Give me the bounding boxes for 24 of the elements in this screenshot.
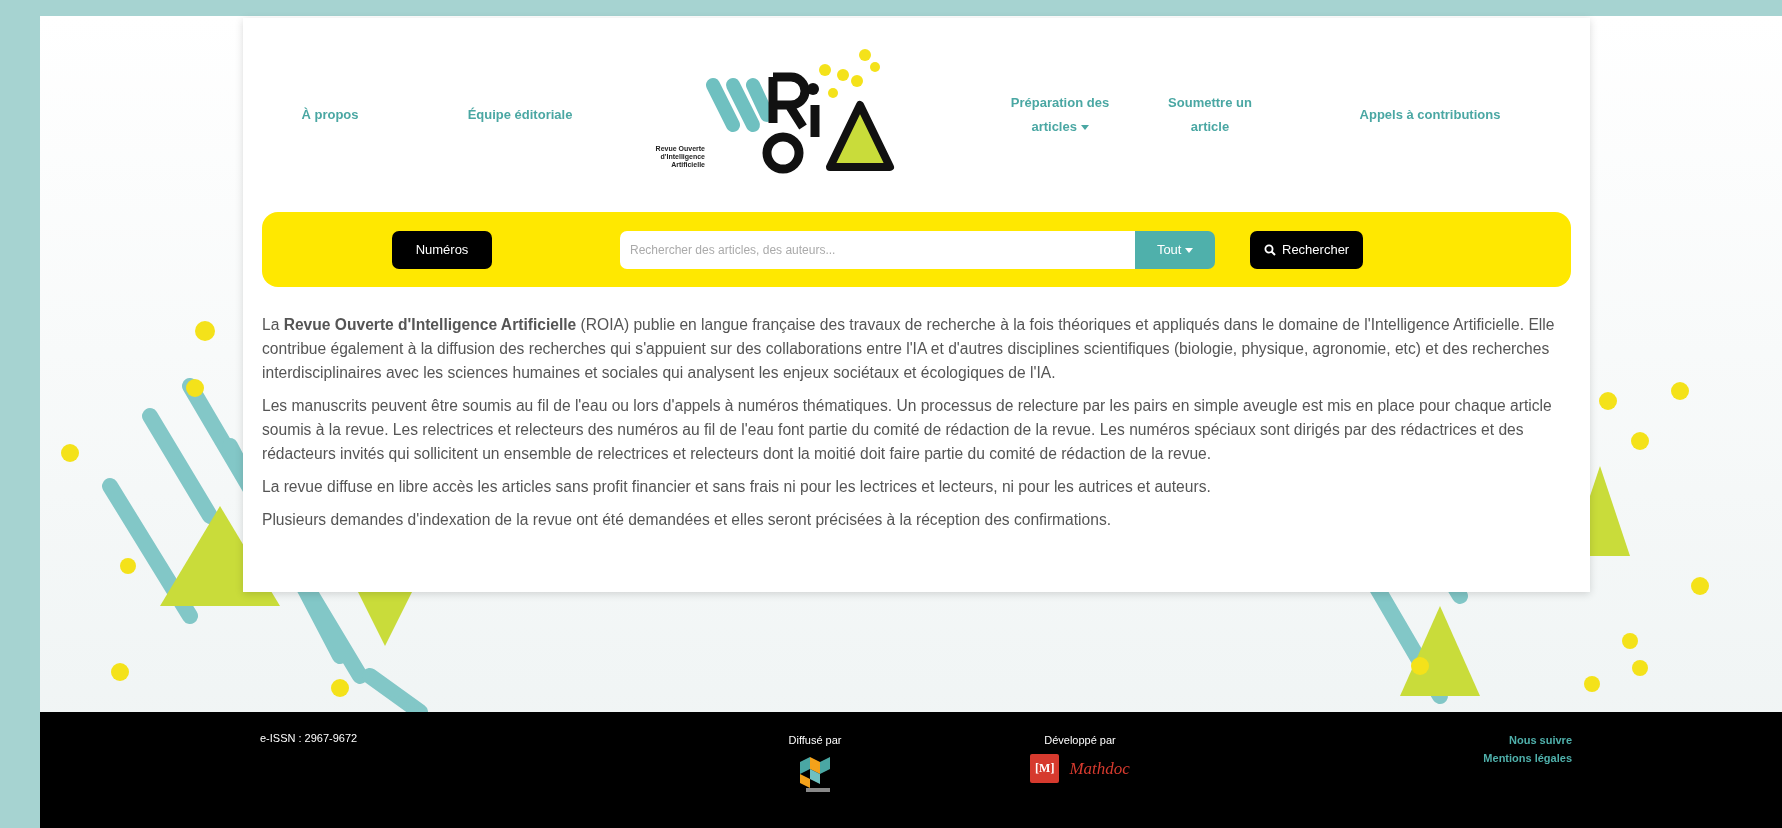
intro-paragraph: Les manuscrits peuvent être soumis au fil de l'eau ou lors d'appels à numéros thématiques. Un processus de relecture par les pairs en simple aveugle est mis en place pour chaque article soumis à la revue. Les relectrices et relecteurs des numéros au fil de l'eau font partie du comité de rédaction de la revue. Les numéros spéciaux sont dirigés par des rédactrices et des rédacteurs invités qui sollicitent un ensemble de relectrices et relecteurs dont la moitié doit faire partie du comité de rédaction de la revue. bbox=[262, 396, 1553, 464]
nav-link[interactable]: Soumettre un article bbox=[1154, 91, 1266, 139]
caret-icon bbox=[1080, 125, 1089, 131]
mathdoc-wordmark[interactable]: Mathdoc bbox=[1069, 758, 1130, 779]
footer-link[interactable]: Mentions légales bbox=[1483, 752, 1572, 764]
distributed-by-label: Diffusé par bbox=[788, 734, 842, 746]
nav-link[interactable]: Appels à contributions bbox=[1359, 103, 1501, 127]
search-field[interactable]: Rechercher des articles, des auteurs... bbox=[620, 230, 1135, 269]
footer-link[interactable]: Nous suivre bbox=[1509, 734, 1572, 746]
issues-button[interactable]: Numéros bbox=[392, 230, 492, 269]
search-button[interactable]: Rechercher bbox=[1250, 230, 1364, 269]
issn-text: e-ISSN : 2967-9672 bbox=[260, 731, 359, 744]
nav-link[interactable]: Préparation des articles bbox=[1004, 91, 1116, 139]
intro-paragraph: La revue diffuse en libre accès les articles sans profit financier et sans frais ni pour les lectrices et lecteurs, ni pour les autrices et auteurs. bbox=[262, 477, 1212, 497]
nav-link[interactable]: Équipe éditoriale bbox=[467, 103, 573, 127]
caret-icon bbox=[1185, 248, 1194, 254]
scope-dropdown[interactable]: Tout bbox=[1135, 230, 1215, 269]
nav-link[interactable]: À propos bbox=[301, 103, 359, 127]
bracket-m-logo[interactable]: [M] bbox=[1030, 754, 1060, 783]
search-icon bbox=[1264, 243, 1276, 256]
developed-by-label: Développé par bbox=[1044, 734, 1116, 746]
cube-logo-icon[interactable] bbox=[798, 754, 832, 794]
intro-paragraph: Plusieurs demandes d'indexation de la revue ont été demandées et elles seront précisées à la réception des confirmations. bbox=[262, 510, 1112, 530]
intro-paragraph: La Revue Ouverte d'Intelligence Artificielle (ROIA) publie en langue française des travaux de recherche à la fois théoriques et appliqués dans le domaine de l'Intelligence Artificielle. Elle contribue également à la diffusion des recherches qui s'appuient sur des collaborations entre l'IA et d'autres disciplines scientifiques (biologie, physique, agronomie, etc) et des recherches interdisciplinaires avec les sciences humaines et sociales qui analysent les enjeux sociétaux et écologiques de l'IA. bbox=[262, 315, 1556, 383]
